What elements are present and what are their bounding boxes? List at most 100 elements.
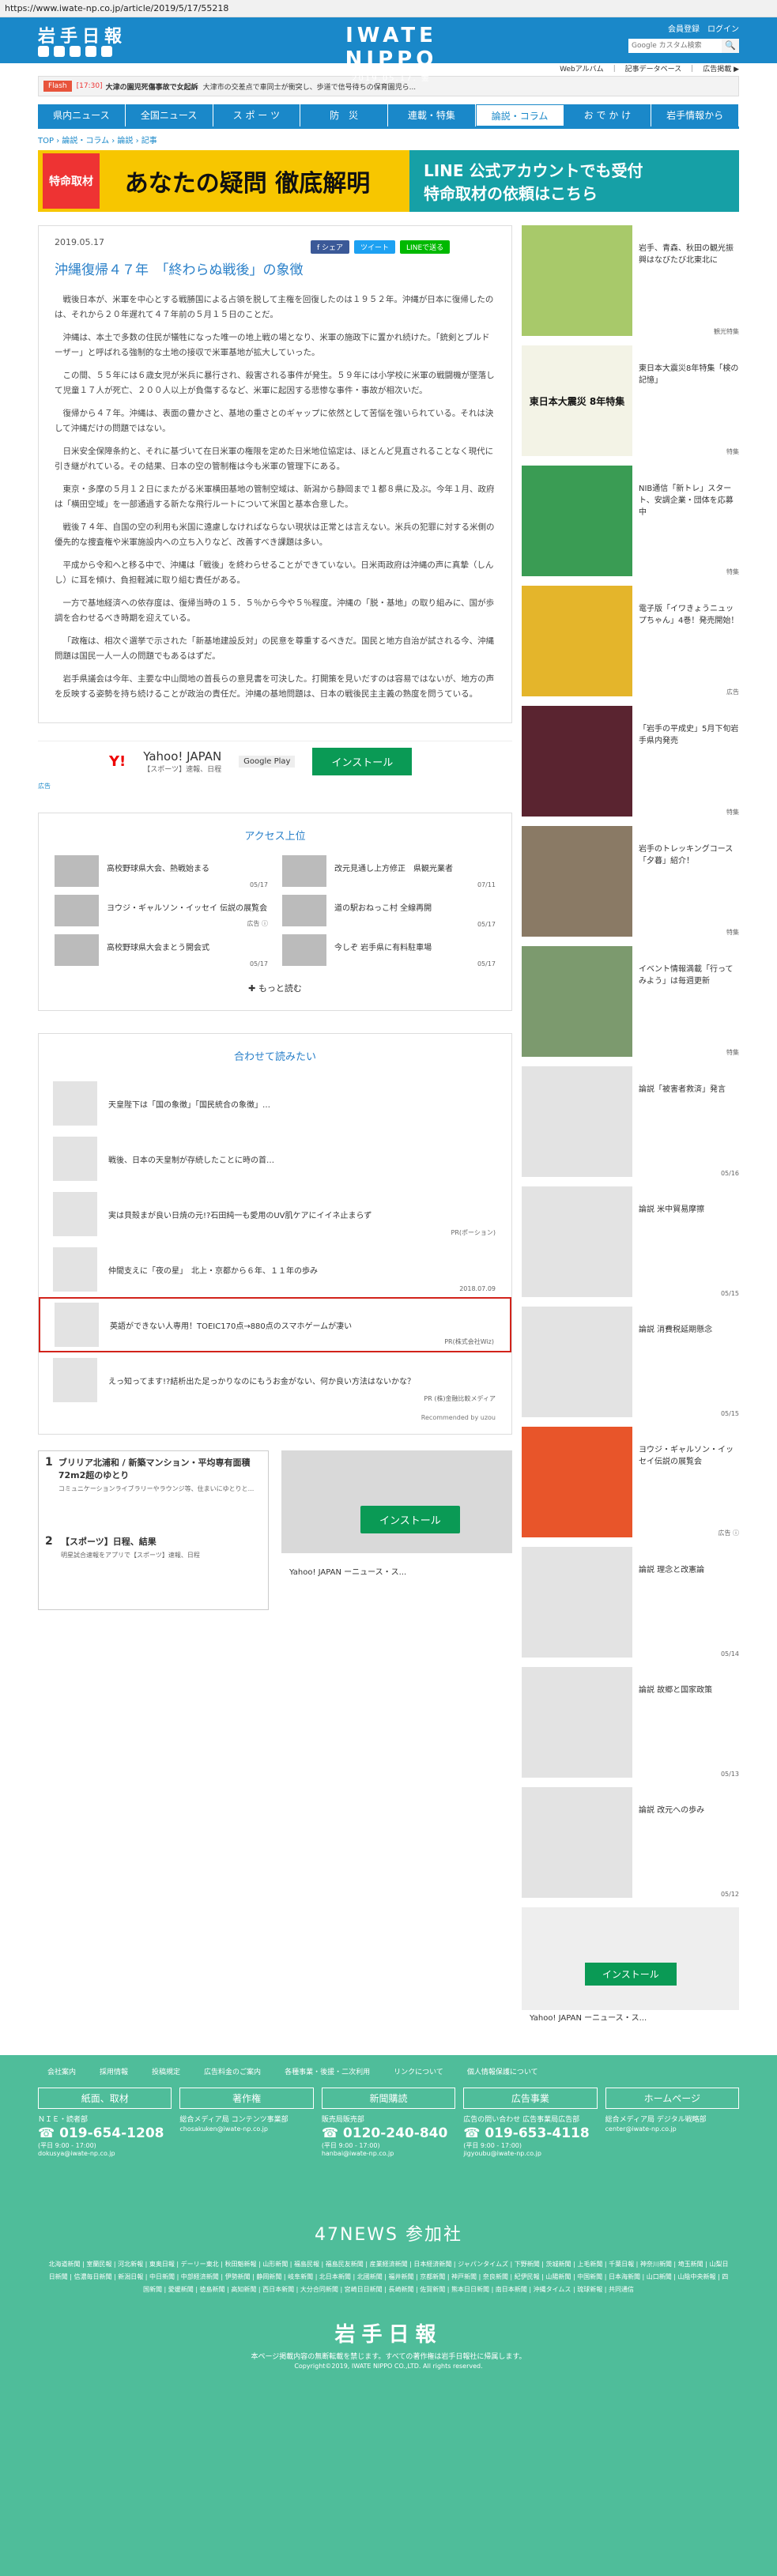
search-input[interactable] (628, 39, 722, 53)
sidebar-tag: 広告 ⓘ (718, 1529, 739, 1537)
contact-mail[interactable]: dokusya@iwate-np.co.jp (38, 2150, 172, 2157)
line-icon[interactable] (101, 46, 112, 57)
sidebar-item[interactable]: 「岩手の平成史」5月下旬岩手県内発売 特集 (522, 706, 739, 817)
banner-r2: 特命取材の依頼はこちら (424, 184, 598, 203)
masthead-date: 2019.05.17. 金 (352, 74, 431, 83)
facebook-share-button[interactable]: f シェア (311, 240, 350, 254)
sidebar-item[interactable]: イベント情報満載「行ってみよう」は毎週更新 特集 (522, 946, 739, 1057)
n47-list[interactable]: 北海道新聞 | 室蘭民報 | 河北新報 | 東奥日報 | デーリー東北 | 秋田… (47, 2258, 730, 2296)
banner-r1: LINE 公式アカウントでも受付 (424, 161, 643, 180)
related-item[interactable]: 仲間支えに「夜の星」 北上・京都から６年、１１年の歩み 2018.07.09 (39, 1242, 511, 1297)
list-ad[interactable]: 1 ブリリア北浦和 / 新築マンション・平均専有面積72m2超のゆとり コミュニケ… (38, 1450, 270, 1610)
install-button[interactable]: インストール (360, 1506, 460, 1533)
contact-block: 紙面、取材 ＮＩＥ・読者部 ☎ 019-654-1208 (平日 9:00 - 17:… (38, 2088, 172, 2157)
contact-phone[interactable]: ☎ 0120-240-840 (322, 2125, 455, 2141)
footer-link[interactable]: 広告料金のご案内 (204, 2066, 261, 2076)
related-item[interactable]: えっ知ってます!?結析出た足っかりなのにもうお金がない、何か良い方法はないかな？… (39, 1352, 511, 1408)
related-item[interactable]: 実は貝殻まが良い日焼の元!?石田純一も愛用のUV肌ケアにイイネ止まらず PR(ポー… (39, 1186, 511, 1242)
article-paragraph: 戦後７４年、自国の空の利用も米国に遠慮しなければならない現状は正常とは言えない。… (55, 522, 495, 547)
contact-phone[interactable]: ☎ 019-654-1208 (38, 2125, 172, 2141)
install-button[interactable]: インストール (585, 1963, 677, 1986)
site-logo[interactable]: 岩手日報 (38, 22, 126, 47)
twitter-icon[interactable] (38, 46, 49, 57)
sidebar-item[interactable]: NIB通信「新トレ」スタート、安調企業・団体を応募中特集 (522, 466, 739, 576)
sidebar-item[interactable]: 論説 消費税延期懸念 05/15 (522, 1307, 739, 1417)
contact-mail[interactable]: chosakuken@iwate-np.co.jp (179, 2125, 313, 2133)
nav-item[interactable]: 岩手情報から (651, 104, 739, 126)
sidebar-item[interactable]: 岩手のトレッキングコース「夕暮」紹介！ 特集 (522, 826, 739, 937)
ranking-item[interactable]: 道の駅おねっこ村 全線再開 05/17 (282, 895, 496, 930)
search-icon[interactable]: 🔍 (722, 39, 739, 53)
contact-mail[interactable]: jigyoubu@iwate-np.co.jp (463, 2150, 597, 2157)
contact-block: 広告事業 広告の問い合わせ 広告事業局広告部 ☎ 019-653-4118 (平日 9… (463, 2088, 598, 2157)
breadcrumb[interactable]: TOP › 論説・コラム › 論説 › 記事 (38, 134, 739, 145)
ranking-item[interactable]: 今しぞ 岩手県に有料駐車場 05/17 (282, 934, 496, 969)
footer-link[interactable]: 投稿規定 (152, 2066, 180, 2076)
line-share-button[interactable]: LINEで送る (400, 240, 451, 254)
youtube-icon[interactable] (85, 46, 96, 57)
related-item[interactable]: 戦後、日本の天皇制が存続したことに時の首… (39, 1131, 511, 1186)
nav-item[interactable]: お で か け (564, 104, 652, 126)
address-bar[interactable]: https://www.iwate-np.co.jp/article/2019/… (0, 0, 777, 17)
footer-link[interactable]: 会社案内 (47, 2066, 76, 2076)
article-body: 戦後日本が、米軍を中心とする戦勝国による占領を脱して主権を回復したのは１９５２年… (55, 292, 496, 702)
ranking-item[interactable]: 高校野球県大会、熱戦始まる 05/17 (55, 855, 268, 890)
contact-block: ホームページ 総合メディア局 デジタル戦略部 center@iwate-np.co.… (605, 2088, 740, 2157)
yahoo-ad-large[interactable]: インストール Yahoo! JAPAN ーニュース・ス... (281, 1450, 512, 1577)
sidebar-item[interactable]: 論説 改元への歩み 05/12 (522, 1787, 739, 1898)
instagram-icon[interactable] (70, 46, 81, 57)
sidebar-title: NIB通信「新トレ」スタート、安調企業・団体を応募中 (639, 485, 734, 517)
sidebar-tag: 特集 (726, 568, 739, 575)
sidebar-tag: 特集 (726, 448, 739, 455)
footer-contacts: 紙面、取材 ＮＩＥ・読者部 ☎ 019-654-1208 (平日 9:00 - 17:… (0, 2076, 777, 2157)
related-item[interactable]: 英語ができない人専用！TOEIC170点→880点のスマホゲームが凄い PR(株式… (39, 1297, 511, 1352)
article: 2019.05.17 f シェア ツイート LINEで送る 沖縄復帰４７年 「終… (38, 225, 512, 723)
footer-link[interactable]: 個人情報保護について (467, 2066, 538, 2076)
nav-item[interactable]: 県内ニュース (38, 104, 126, 126)
ad-label[interactable]: 広告 (38, 782, 512, 790)
nav-item[interactable]: 論説・コラム (475, 104, 564, 126)
sidebar-item[interactable]: 論説 故郷と国家政策 05/13 (522, 1667, 739, 1778)
sidebar-item[interactable]: ヨウジ・ギャルソン・イッセイ伝説の展覧会 広告 ⓘ (522, 1427, 739, 1537)
tokumei-banner[interactable]: 特命取材 あなたの疑問 徹底解明 LINE 公式アカウントでも受付 特命取材の依… (38, 150, 739, 212)
facebook-icon[interactable] (54, 46, 65, 57)
sidebar-item[interactable]: 東日本大震災 8年特集 東日本大震災8年特集「検の記憶」 特集 (522, 345, 739, 456)
contact-hours: (平日 9:00 - 17:00) (321, 2142, 380, 2149)
member-links[interactable]: 会員登録 ログイン (628, 22, 739, 34)
ranking-thumb (282, 855, 326, 887)
sidebar-tag: 広告 (726, 688, 739, 696)
yahoo-ad[interactable]: Y! Yahoo! JAPAN 【スポーツ】速報、日程 Google Play … (38, 741, 512, 782)
related-item[interactable]: 天皇陛下は「国の象徴」「国民統合の象徴」… (39, 1076, 511, 1131)
sidebar-tag: 05/15 (720, 1410, 739, 1417)
sidebar-item[interactable]: 論説「被害者救済」発言 05/16 (522, 1066, 739, 1177)
footer-link[interactable]: 採用情報 (100, 2066, 128, 2076)
sidebar-item[interactable]: 電子版「イワきょうニュップちゃん」4巻！発売開始！ 広告 (522, 586, 739, 696)
nav-item[interactable]: 防 災 (300, 104, 388, 126)
sidebar-item[interactable]: 岩手、青森、秋田の観光振興はなびたび北東北に 観光特集 (522, 225, 739, 336)
more-button[interactable]: ✚ もっと読む (39, 969, 511, 1010)
ranking-item[interactable]: 高校野球県大会まとう開会式 05/17 (55, 934, 268, 969)
contact-mail[interactable]: hanbai@iwate-np.co.jp (322, 2150, 455, 2157)
sidebar-title: 岩手、青森、秋田の観光振興はなびたび北東北に (639, 244, 734, 265)
sidebar-yahoo-ad[interactable]: インストール Yahoo! JAPAN ーニュース・ス... (522, 1907, 739, 2023)
contact-phone[interactable]: ☎ 019-653-4118 (463, 2125, 597, 2141)
install-button[interactable]: インストール (312, 748, 413, 775)
sidebar-item[interactable]: 論説 米中貿易摩擦 05/15 (522, 1186, 739, 1297)
footer-link[interactable]: 各種事業・後援・二次利用 (285, 2066, 370, 2076)
list-ad-item[interactable]: 1 ブリリア北浦和 / 新築マンション・平均専有面積72m2超のゆとり コミュニケ… (39, 1451, 268, 1530)
ranking-thumb (55, 855, 99, 887)
contact-heading: 新聞購読 (321, 2088, 456, 2109)
nav-item[interactable]: 連載・特集 (388, 104, 476, 126)
list-ad-item[interactable]: 2 【スポーツ】日程、結果 明星試合速報をアプリで【スポーツ】速報、日程 (39, 1530, 268, 1609)
ranking-item[interactable]: ヨウジ・ギャルソン・イッセイ 伝説の展覧会 広告 ⓘ (55, 895, 268, 930)
ranking-item[interactable]: 改元見通し上方修正 県観光業者 07/11 (282, 855, 496, 890)
sidebar-item[interactable]: 論説 理念と改憲論 05/14 (522, 1547, 739, 1658)
article-paragraph: 平成から令和へと移る中で、沖縄は「戦後」を終わらせることができていない。日米両政… (55, 560, 494, 585)
sidebar-thumb (522, 706, 632, 817)
nav-item[interactable]: 全国ニュース (126, 104, 213, 126)
nav-item[interactable]: ス ポ ー ツ (213, 104, 301, 126)
sidebar-thumb (522, 1186, 632, 1297)
tweet-button[interactable]: ツイート (354, 240, 396, 254)
contact-mail[interactable]: center@iwate-np.co.jp (605, 2125, 739, 2133)
footer-link[interactable]: リンクについて (394, 2066, 443, 2076)
